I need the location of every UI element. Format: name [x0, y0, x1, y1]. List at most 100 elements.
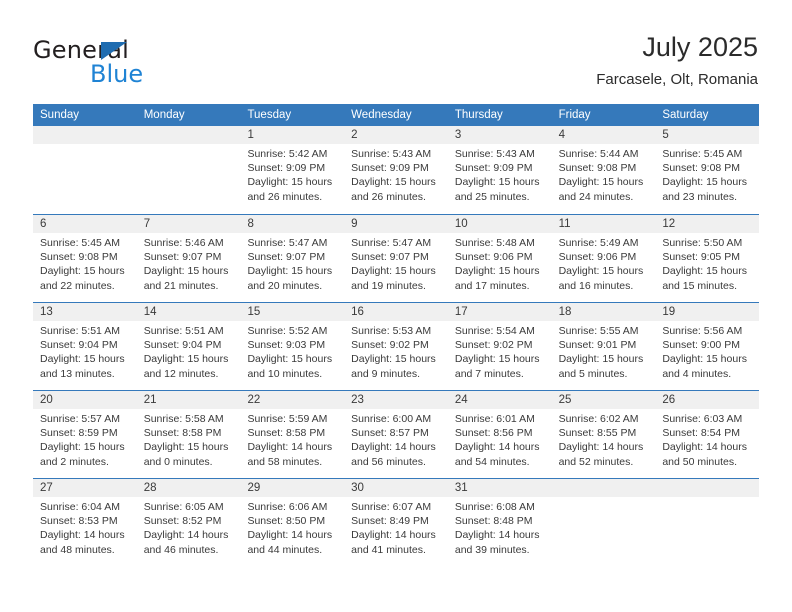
day-number: 9 — [344, 215, 448, 233]
day-cell[interactable]: 3 Sunrise: 5:43 AM Sunset: 9:09 PM Dayli… — [447, 126, 552, 214]
day-number: 20 — [33, 391, 137, 409]
day-cell[interactable]: 18 Sunrise: 5:55 AM Sunset: 9:01 PM Dayl… — [551, 303, 656, 390]
sunrise-text: Sunrise: 5:50 AM — [662, 237, 743, 249]
day-number: 10 — [447, 215, 552, 233]
sunrise-text: Sunrise: 5:57 AM — [40, 413, 120, 425]
day-cell[interactable]: 10 Sunrise: 5:48 AM Sunset: 9:06 PM Dayl… — [447, 215, 552, 302]
day-info: Sunrise: 6:07 AM Sunset: 8:49 PM Dayligh… — [344, 497, 448, 557]
daylight-text-line1: Daylight: 15 hours — [454, 265, 540, 278]
day-cell[interactable]: 31 Sunrise: 6:08 AM Sunset: 8:48 PM Dayl… — [447, 479, 552, 566]
day-cell[interactable]: 19 Sunrise: 5:56 AM Sunset: 9:00 PM Dayl… — [655, 303, 760, 390]
daylight-text-line1: Daylight: 14 hours — [143, 529, 229, 542]
day-cell[interactable]: 12 Sunrise: 5:50 AM Sunset: 9:05 PM Dayl… — [655, 215, 760, 302]
triangle-icon — [101, 42, 127, 60]
sunrise-text: Sunrise: 5:47 AM — [351, 237, 432, 249]
day-cell[interactable]: 22 Sunrise: 5:59 AM Sunset: 8:58 PM Dayl… — [240, 391, 345, 478]
day-cell[interactable]: 16 Sunrise: 5:53 AM Sunset: 9:02 PM Dayl… — [344, 303, 448, 390]
daylight-text-line2: and 23 minutes. — [662, 190, 738, 203]
sunset-text: Sunset: 8:50 PM — [247, 515, 326, 528]
daylight-text-line2: and 54 minutes. — [454, 455, 530, 468]
day-cell[interactable]: 4 Sunrise: 5:44 AM Sunset: 9:08 PM Dayli… — [551, 126, 656, 214]
day-cell[interactable]: 11 Sunrise: 5:49 AM Sunset: 9:06 PM Dayl… — [551, 215, 656, 302]
title-block: July 2025 Farcasele, Olt, Romania — [338, 30, 758, 89]
day-cell[interactable]: 23 Sunrise: 6:00 AM Sunset: 8:57 PM Dayl… — [344, 391, 448, 478]
sunset-text: Sunset: 9:09 PM — [247, 162, 326, 175]
day-cell[interactable] — [655, 479, 760, 566]
day-cell[interactable]: 26 Sunrise: 6:03 AM Sunset: 8:54 PM Dayl… — [655, 391, 760, 478]
day-number: 21 — [136, 391, 241, 409]
sunset-text: Sunset: 9:04 PM — [143, 339, 222, 352]
sunrise-text: Sunrise: 5:59 AM — [247, 413, 328, 425]
daylight-text-line2: and 4 minutes. — [662, 367, 732, 380]
daylight-text-line1: Daylight: 14 hours — [454, 529, 540, 542]
day-cell[interactable]: 28 Sunrise: 6:05 AM Sunset: 8:52 PM Dayl… — [136, 479, 241, 566]
day-info: Sunrise: 5:42 AM Sunset: 9:09 PM Dayligh… — [240, 144, 344, 204]
sunset-text: Sunset: 9:00 PM — [662, 339, 740, 352]
day-cell[interactable]: 17 Sunrise: 5:54 AM Sunset: 9:02 PM Dayl… — [447, 303, 552, 390]
day-cell[interactable]: 8 Sunrise: 5:47 AM Sunset: 9:07 PM Dayli… — [240, 215, 345, 302]
page-header: General Blue July 2025 Farcasele, Olt, R… — [0, 0, 792, 100]
day-cell[interactable]: 1 Sunrise: 5:42 AM Sunset: 9:09 PM Dayli… — [240, 126, 345, 214]
day-cell[interactable]: 15 Sunrise: 5:52 AM Sunset: 9:03 PM Dayl… — [240, 303, 345, 390]
day-number: 12 — [655, 215, 760, 233]
calendar-week-row: 13 Sunrise: 5:51 AM Sunset: 9:04 PM Dayl… — [33, 302, 760, 390]
sunrise-text: Sunrise: 6:02 AM — [558, 413, 639, 425]
day-cell[interactable] — [136, 126, 241, 214]
day-info: Sunrise: 5:51 AM Sunset: 9:04 PM Dayligh… — [137, 321, 241, 381]
day-number: 15 — [240, 303, 345, 321]
day-cell[interactable]: 20 Sunrise: 5:57 AM Sunset: 8:59 PM Dayl… — [33, 391, 137, 478]
day-number — [655, 479, 760, 497]
sunrise-text: Sunrise: 6:08 AM — [454, 501, 535, 513]
daylight-text-line2: and 12 minutes. — [143, 367, 219, 380]
day-cell[interactable]: 14 Sunrise: 5:51 AM Sunset: 9:04 PM Dayl… — [136, 303, 241, 390]
day-cell[interactable]: 5 Sunrise: 5:45 AM Sunset: 9:08 PM Dayli… — [655, 126, 760, 214]
daylight-text-line2: and 5 minutes. — [558, 367, 628, 380]
day-cell[interactable]: 30 Sunrise: 6:07 AM Sunset: 8:49 PM Dayl… — [344, 479, 448, 566]
day-cell[interactable]: 7 Sunrise: 5:46 AM Sunset: 9:07 PM Dayli… — [136, 215, 241, 302]
day-cell[interactable] — [551, 479, 656, 566]
sunrise-text: Sunrise: 5:54 AM — [454, 325, 535, 337]
day-cell[interactable]: 13 Sunrise: 5:51 AM Sunset: 9:04 PM Dayl… — [33, 303, 137, 390]
daylight-text-line1: Daylight: 14 hours — [351, 441, 436, 454]
day-number: 24 — [447, 391, 552, 409]
sunrise-text: Sunrise: 6:05 AM — [143, 501, 224, 513]
daylight-text-line1: Daylight: 15 hours — [558, 353, 644, 366]
day-number: 2 — [344, 126, 448, 144]
day-cell[interactable]: 21 Sunrise: 5:58 AM Sunset: 8:58 PM Dayl… — [136, 391, 241, 478]
daylight-text-line1: Daylight: 15 hours — [558, 265, 644, 278]
day-number: 7 — [136, 215, 241, 233]
daylight-text-line2: and 21 minutes. — [143, 279, 219, 292]
day-info: Sunrise: 5:45 AM Sunset: 9:08 PM Dayligh… — [655, 144, 759, 204]
daylight-text-line1: Daylight: 15 hours — [351, 265, 436, 278]
day-info: Sunrise: 5:54 AM Sunset: 9:02 PM Dayligh… — [448, 321, 552, 381]
calendar-week-row: 27 Sunrise: 6:04 AM Sunset: 8:53 PM Dayl… — [33, 478, 760, 566]
daylight-text-line1: Daylight: 15 hours — [662, 265, 747, 278]
sunrise-text: Sunrise: 5:53 AM — [351, 325, 432, 337]
daylight-text-line2: and 39 minutes. — [454, 543, 530, 556]
sunrise-text: Sunrise: 5:46 AM — [143, 237, 224, 249]
day-cell[interactable]: 29 Sunrise: 6:06 AM Sunset: 8:50 PM Dayl… — [240, 479, 345, 566]
day-cell[interactable]: 6 Sunrise: 5:45 AM Sunset: 9:08 PM Dayli… — [33, 215, 137, 302]
sunrise-text: Sunrise: 5:47 AM — [247, 237, 328, 249]
day-number: 6 — [33, 215, 137, 233]
day-cell[interactable]: 27 Sunrise: 6:04 AM Sunset: 8:53 PM Dayl… — [33, 479, 137, 566]
brand-logo[interactable]: General Blue — [33, 36, 263, 92]
sunrise-text: Sunrise: 5:42 AM — [247, 148, 328, 160]
day-cell[interactable] — [33, 126, 137, 214]
day-number: 27 — [33, 479, 137, 497]
daylight-text-line1: Daylight: 14 hours — [662, 441, 747, 454]
sunset-text: Sunset: 9:06 PM — [454, 251, 533, 264]
day-cell[interactable]: 24 Sunrise: 6:01 AM Sunset: 8:56 PM Dayl… — [447, 391, 552, 478]
day-cell[interactable]: 9 Sunrise: 5:47 AM Sunset: 9:07 PM Dayli… — [344, 215, 448, 302]
day-number: 19 — [655, 303, 760, 321]
day-cell[interactable]: 2 Sunrise: 5:43 AM Sunset: 9:09 PM Dayli… — [344, 126, 448, 214]
day-number — [551, 479, 656, 497]
day-info: Sunrise: 5:43 AM Sunset: 9:09 PM Dayligh… — [448, 144, 552, 204]
sunrise-text: Sunrise: 5:58 AM — [143, 413, 224, 425]
weekday-header-thursday: Thursday — [454, 109, 503, 121]
day-info: Sunrise: 5:45 AM Sunset: 9:08 PM Dayligh… — [33, 233, 137, 293]
day-cell[interactable]: 25 Sunrise: 6:02 AM Sunset: 8:55 PM Dayl… — [551, 391, 656, 478]
sunset-text: Sunset: 8:56 PM — [454, 427, 533, 440]
daylight-text-line2: and 26 minutes. — [247, 190, 323, 203]
sunrise-text: Sunrise: 6:07 AM — [351, 501, 432, 513]
